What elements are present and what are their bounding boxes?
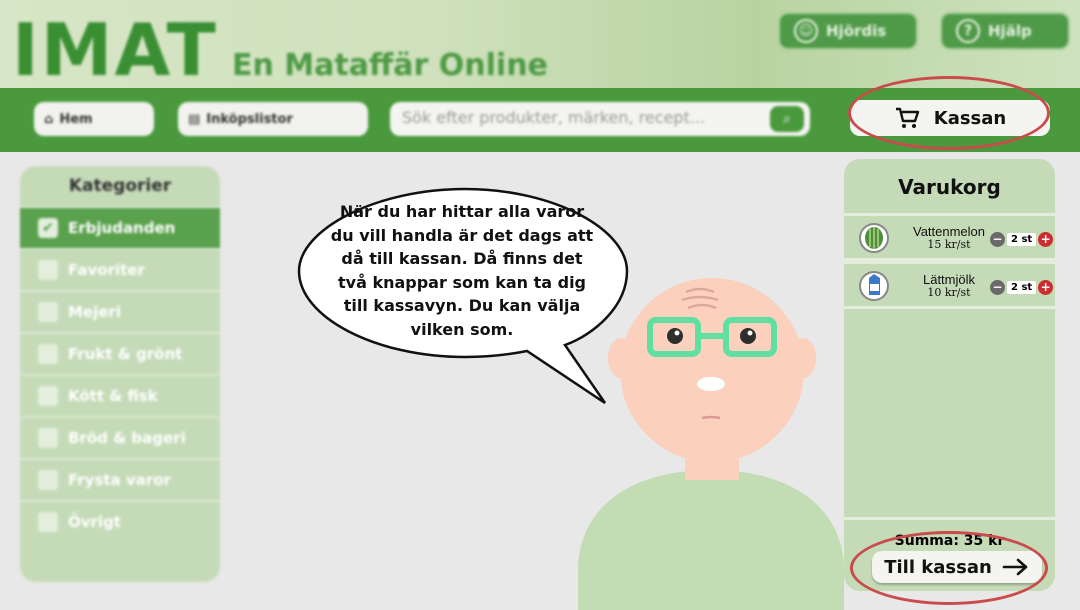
tagline: En Mataffär Online <box>232 48 548 83</box>
user-button[interactable]: ☺ Hjördis <box>778 12 918 50</box>
category-item-mejeri[interactable]: Mejeri <box>20 290 220 332</box>
character-nose <box>697 377 725 391</box>
category-label: Mejeri <box>68 303 121 321</box>
checkbox-icon[interactable] <box>38 428 58 448</box>
character-mouth <box>701 415 721 420</box>
speech-text: När du har hittar alla varor du vill han… <box>322 200 602 341</box>
category-item-frysta-varor[interactable]: Frysta varor <box>20 458 220 500</box>
category-sidebar: Kategorier ✔ Erbjudanden Favoriter Mejer… <box>20 166 220 582</box>
till-kassan-button[interactable]: Till kassan <box>872 551 1042 583</box>
quantity-value: 2 st <box>1007 232 1037 246</box>
speech-line: vilken som. <box>410 319 514 339</box>
category-item-ovrigt[interactable]: Övrigt <box>20 500 220 542</box>
clipboard-icon: ▤ <box>188 111 201 127</box>
home-button[interactable]: ⌂ Hem <box>34 102 154 136</box>
item-price: 10 kr/st <box>927 286 971 299</box>
checkout-button-label: Kassan <box>933 107 1007 129</box>
speech-line: När du har hittar alla varor <box>339 202 585 221</box>
help-icon: ? <box>956 19 980 43</box>
category-label: Övrigt <box>68 513 121 531</box>
item-name: Lättmjölk <box>922 272 976 287</box>
category-label: Favoriter <box>68 261 145 279</box>
speech-line: till kassavyn. Du kan välja <box>343 296 581 315</box>
milk-carton-icon <box>859 271 889 301</box>
checkbox-checked-icon[interactable]: ✔ <box>38 218 58 238</box>
decrease-button[interactable]: − <box>990 231 1005 247</box>
checkbox-icon[interactable] <box>38 260 58 280</box>
cart-item-vattenmelon: Vattenmelon 15 kr/st − 2 st + <box>844 213 1055 261</box>
help-button-label: Hjälp <box>988 22 1032 40</box>
home-icon: ⌂ <box>44 111 54 127</box>
watermelon-icon <box>859 223 889 253</box>
cart-total: Summa: 35 kr <box>894 533 1005 549</box>
shopping-lists-label: Inköpslistor <box>206 111 293 127</box>
cart-title: Varukorg <box>898 175 1001 199</box>
checkbox-icon[interactable] <box>38 344 58 364</box>
eye-right <box>740 328 756 344</box>
category-label: Frukt & grönt <box>68 345 183 363</box>
cart-divider <box>844 517 1055 520</box>
arrow-right-icon <box>1002 558 1028 576</box>
search-input[interactable]: Sök efter produkter, märken, recept... ⌕ <box>390 102 810 136</box>
increase-button[interactable]: + <box>1038 231 1054 247</box>
header: IMAT En Mataffär Online ☺ Hjördis ? Hjäl… <box>0 0 1080 92</box>
search-placeholder: Sök efter produkter, märken, recept... <box>402 108 706 127</box>
search-icon: ⌕ <box>783 111 791 127</box>
speech-line: du vill handla är det dags att <box>330 225 594 245</box>
sidebar-title: Kategorier <box>68 176 172 196</box>
category-label: Bröd & bageri <box>68 429 186 447</box>
shopping-lists-button[interactable]: ▤ Inköpslistor <box>178 102 368 136</box>
category-label: Kött & fisk <box>68 387 158 405</box>
character-ear-left <box>608 338 634 378</box>
quantity-stepper: − 2 st + <box>990 230 1054 248</box>
category-label: Erbjudanden <box>68 219 176 237</box>
shopping-cart-panel: Varukorg Vattenmelon 15 kr/st − 2 st + L… <box>844 159 1055 591</box>
cart-icon <box>895 107 919 128</box>
category-label: Frysta varor <box>68 471 171 489</box>
speech-line: två knappar som kan ta dig <box>338 272 586 292</box>
speech-line: då till kassan. Då finns det <box>341 249 583 268</box>
item-price: 15 kr/st <box>927 238 971 251</box>
checkbox-icon[interactable] <box>38 386 58 406</box>
character-ear-right <box>790 338 816 378</box>
quantity-stepper: − 2 st + <box>990 278 1054 296</box>
category-item-kott-fisk[interactable]: Kött & fisk <box>20 374 220 416</box>
category-item-favoriter[interactable]: Favoriter <box>20 248 220 290</box>
help-button[interactable]: ? Hjälp <box>940 12 1070 50</box>
increase-button[interactable]: + <box>1038 279 1054 295</box>
category-item-frukt-gront[interactable]: Frukt & grönt <box>20 332 220 374</box>
checkbox-icon[interactable] <box>38 302 58 322</box>
user-icon: ☺ <box>794 19 818 43</box>
decrease-button[interactable]: − <box>990 279 1005 295</box>
home-button-label: Hem <box>59 111 93 127</box>
quantity-value: 2 st <box>1007 280 1037 294</box>
search-button[interactable]: ⌕ <box>770 106 804 132</box>
category-item-brod-bageri[interactable]: Bröd & bageri <box>20 416 220 458</box>
checkout-button[interactable]: Kassan <box>850 100 1050 136</box>
user-button-label: Hjördis <box>826 22 887 40</box>
helper-character <box>578 278 844 610</box>
character-body <box>578 470 844 610</box>
logo: IMAT <box>12 8 218 92</box>
till-kassan-label: Till kassan <box>884 556 992 578</box>
item-name: Vattenmelon <box>912 224 986 239</box>
eye-left <box>667 328 683 344</box>
category-item-erbjudanden[interactable]: ✔ Erbjudanden <box>20 206 220 248</box>
cart-item-lattmjolk: Lättmjölk 10 kr/st − 2 st + <box>844 261 1055 309</box>
checkbox-icon[interactable] <box>38 470 58 490</box>
checkbox-icon[interactable] <box>38 512 58 532</box>
